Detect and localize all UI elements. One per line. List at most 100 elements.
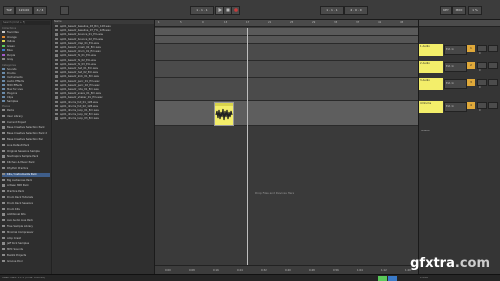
- track-lane[interactable]: [155, 28, 418, 36]
- item-icon: [2, 100, 5, 103]
- place-item[interactable]: Jeff Kick Samples: [2, 242, 29, 246]
- place-item[interactable]: Original Sessions Sample: [2, 149, 40, 154]
- place-item[interactable]: Additional Kits: [2, 213, 26, 217]
- solo-button[interactable]: [477, 102, 487, 109]
- item-icon: [55, 88, 58, 91]
- song-position-field[interactable]: 1 . 1 . 1: [190, 6, 214, 15]
- category-item[interactable]: Samples: [2, 100, 18, 104]
- empty-drop-area[interactable]: [155, 126, 418, 265]
- track-activator[interactable]: 2: [467, 62, 475, 69]
- place-item[interactable]: Artisan 808 Pack: [2, 184, 29, 188]
- time-signature-field[interactable]: 4 / 4: [33, 6, 47, 15]
- place-item[interactable]: Big Audiences Pack: [2, 178, 32, 183]
- tempo-field[interactable]: 120.00: [15, 6, 33, 15]
- place-item[interactable]: Packs: [2, 109, 14, 113]
- collection-item[interactable]: Favorites: [2, 31, 19, 35]
- name-column-header[interactable]: Name: [54, 20, 154, 24]
- place-item[interactable]: Free Sample Library: [2, 225, 33, 229]
- track-input-select[interactable]: Ext. In: [444, 79, 467, 89]
- place-item[interactable]: Nootrapics Sample Pack: [2, 155, 38, 159]
- item-icon: [2, 167, 5, 170]
- place-item[interactable]: Base Creative Selection Pac: [2, 138, 43, 142]
- arm-button[interactable]: [488, 79, 498, 86]
- track-lane[interactable]: [155, 36, 418, 44]
- item-label: Jeff Kick Samples: [7, 242, 30, 246]
- item-label: MPC Sounds: [7, 248, 23, 252]
- track-name[interactable]: 3 Audio: [419, 78, 443, 90]
- collection-item[interactable]: Green: [2, 44, 15, 49]
- track-input-select[interactable]: Ext. In: [444, 102, 467, 112]
- place-item[interactable]: Kits / Instruments Pack: [2, 172, 50, 177]
- track-name[interactable]: 1 Audio: [419, 44, 443, 56]
- item-label: Rhythm Practice: [7, 167, 29, 171]
- master-track-label[interactable]: Master: [421, 130, 430, 133]
- collection-item[interactable]: Gray: [2, 58, 13, 62]
- midi-track-indicator[interactable]: 1-MIDI: [420, 277, 428, 280]
- item-label: ap01_bassdr_fx_01_Em.wav: [60, 54, 97, 58]
- solo-button[interactable]: [477, 45, 487, 52]
- place-item[interactable]: Groove Pool: [2, 259, 23, 264]
- record-button[interactable]: [231, 6, 240, 15]
- solo-button[interactable]: [477, 79, 487, 86]
- item-icon: [2, 31, 5, 34]
- track-lane-selected[interactable]: [155, 101, 418, 126]
- timeline-ruler[interactable]: 1 5 9 13 17 21 25 29 33 37 41 45: [155, 20, 418, 27]
- track-activator[interactable]: 4: [467, 102, 475, 109]
- place-item[interactable]: Buzzlz Projects: [2, 254, 26, 258]
- track-volume[interactable]: 0: [479, 52, 481, 55]
- time-ruler[interactable]: 0:00 0:08 0:16 0:24 0:32 0:40 0:48 0:56 1:04 1:12…: [155, 265, 418, 274]
- loop-end-field[interactable]: 4 . 0 . 0: [344, 6, 368, 15]
- key-map-button[interactable]: KEY: [440, 6, 452, 15]
- place-item[interactable]: Drum Rack Tutorials: [2, 196, 33, 200]
- arm-button[interactable]: [488, 62, 498, 69]
- arm-button[interactable]: [488, 45, 498, 52]
- place-item[interactable]: Current Project: [2, 120, 26, 125]
- place-item[interactable]: Kitchen & Music Pack: [2, 161, 35, 165]
- collection-item[interactable]: Purple: [2, 53, 15, 58]
- midi-map-button[interactable]: MIDI: [452, 6, 466, 15]
- track-input-select[interactable]: Ext. In: [444, 62, 467, 72]
- track-activator[interactable]: 3: [467, 79, 475, 86]
- audio-clip[interactable]: [214, 102, 234, 126]
- track-volume[interactable]: 0: [479, 69, 481, 72]
- place-item[interactable]: MPC Sounds: [2, 248, 23, 252]
- collection-item[interactable]: Orange: [2, 35, 17, 40]
- collection-item[interactable]: Yellow: [2, 40, 15, 44]
- item-label: Nootrapics Sample Pack: [7, 155, 39, 159]
- track-lane[interactable]: [155, 61, 418, 78]
- track-name[interactable]: 4 Drums: [419, 101, 443, 113]
- metronome-button[interactable]: [60, 6, 69, 15]
- track-volume[interactable]: 0: [479, 109, 481, 112]
- item-label: Buzzlz Projects: [7, 254, 27, 258]
- browser-search-input[interactable]: Search (Cmd + F): [2, 21, 50, 25]
- track-volume[interactable]: 0: [479, 86, 481, 89]
- arm-button[interactable]: [488, 102, 498, 109]
- track-name[interactable]: 2 Audio: [419, 61, 443, 73]
- place-item[interactable]: Rhythm Practice: [2, 167, 28, 171]
- track-lane[interactable]: [155, 44, 418, 61]
- track-input-select[interactable]: Ext. In: [444, 45, 467, 55]
- track-activator[interactable]: 1: [467, 45, 475, 52]
- item-icon: [2, 184, 5, 187]
- arrangement-view: 1 5 9 13 17 21 25 29 33 37 41 45 Drop Files and Dev…: [155, 20, 418, 274]
- track-lane[interactable]: [155, 78, 418, 101]
- place-item[interactable]: Minimal Compressor: [2, 230, 34, 235]
- item-icon: [2, 120, 5, 123]
- place-item[interactable]: Live Default Pack: [2, 143, 29, 148]
- place-item[interactable]: Aux Audio Live Pack: [2, 219, 33, 223]
- solo-button[interactable]: [477, 62, 487, 69]
- loop-start-field[interactable]: 1 . 1 . 1: [320, 6, 344, 15]
- item-label: ap01_drums_loop_01_Em.wav: [60, 109, 100, 113]
- ruler-tick-label: 5: [180, 21, 182, 24]
- place-item[interactable]: Drum Rack Sessions: [2, 201, 33, 206]
- place-item[interactable]: Drum Kits: [2, 207, 20, 212]
- place-item[interactable]: Base Creative Selection Pack 2: [2, 132, 47, 136]
- tap-tempo-button[interactable]: TAP: [3, 6, 15, 15]
- place-item[interactable]: Amp Crash: [2, 236, 21, 241]
- place-item[interactable]: Base Creative Selection Pack: [2, 126, 45, 130]
- file-item[interactable]: ap01_drums_loop_03_Em.wav: [55, 117, 99, 121]
- place-item[interactable]: User Library: [2, 114, 23, 119]
- place-item[interactable]: Practice Pack: [2, 190, 24, 194]
- item-icon: [55, 29, 58, 32]
- collection-item[interactable]: Blue: [2, 49, 13, 53]
